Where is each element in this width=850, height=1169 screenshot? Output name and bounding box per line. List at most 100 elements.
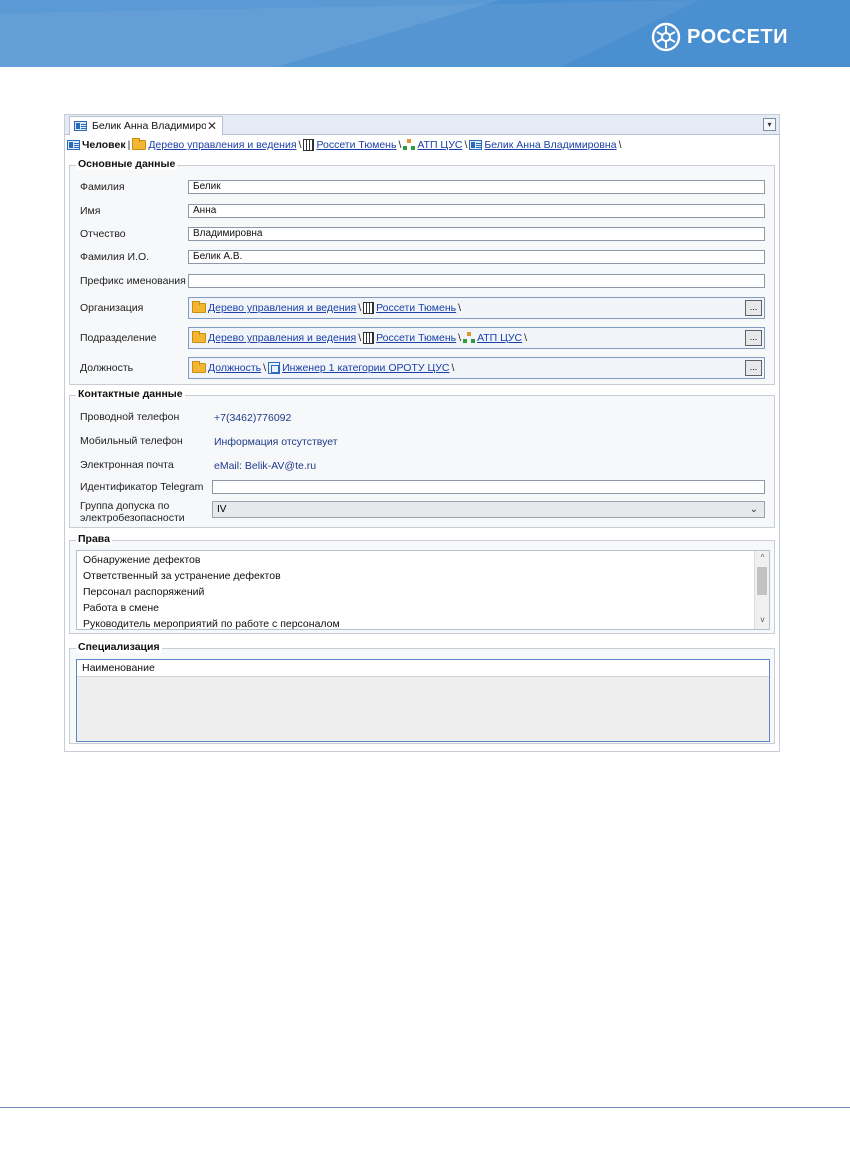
- position-icon: [268, 362, 281, 374]
- breadcrumb-root: Человек: [82, 139, 126, 151]
- rights-list: Обнаружение дефектов Ответственный за ус…: [76, 550, 770, 630]
- position-path-root[interactable]: Должность: [208, 362, 261, 374]
- breadcrumb-separator: \: [618, 139, 622, 151]
- breadcrumb-item-person[interactable]: Белик Анна Владимировна: [484, 139, 616, 151]
- breadcrumb-item-org[interactable]: Россети Тюмень: [316, 139, 396, 151]
- organization-path-tree[interactable]: Дерево управления и ведения: [208, 302, 356, 314]
- folder-icon: [192, 361, 206, 373]
- contact-data-group: Контактные данные Проводной телефон +7(3…: [69, 388, 775, 528]
- short-name-field[interactable]: Белик А.В.: [188, 250, 765, 264]
- position-field[interactable]: Должность \ Инженер 1 категории ОРОТУ ЦУ…: [188, 357, 765, 379]
- path-separator: \: [458, 332, 462, 344]
- list-item[interactable]: Работа в смене: [83, 602, 159, 614]
- main-data-title: Основные данные: [76, 158, 178, 170]
- department-browse-button[interactable]: ...: [745, 330, 762, 346]
- breadcrumb-separator: \: [398, 139, 402, 151]
- last-name-label: Фамилия: [80, 181, 125, 193]
- safety-group-select[interactable]: IV ⌄: [212, 501, 765, 518]
- list-item[interactable]: Руководитель мероприятий по работе с пер…: [83, 618, 340, 629]
- path-separator: \: [458, 302, 462, 314]
- folder-icon: [192, 301, 206, 313]
- position-path-item[interactable]: Инженер 1 категории ОРОТУ ЦУС: [282, 362, 449, 374]
- department-field[interactable]: Дерево управления и ведения \ Россети Тю…: [188, 327, 765, 349]
- position-browse-button[interactable]: ...: [745, 360, 762, 376]
- prefix-label: Префикс именования: [80, 275, 186, 287]
- telegram-label: Идентификатор Telegram: [80, 481, 204, 493]
- person-card-icon: [469, 140, 483, 150]
- building-icon: [303, 139, 315, 151]
- department-path-org[interactable]: Россети Тюмень: [376, 332, 456, 344]
- organization-path-org[interactable]: Россети Тюмень: [376, 302, 456, 314]
- landline-value: +7(3462)776092: [214, 412, 292, 424]
- list-item[interactable]: Персонал распоряжений: [83, 586, 204, 598]
- folder-icon: [132, 138, 147, 150]
- specialization-title: Специализация: [76, 641, 162, 653]
- breadcrumb-item-dept[interactable]: АТП ЦУС: [417, 139, 462, 151]
- landline-label: Проводной телефон: [80, 411, 180, 423]
- person-card-icon: [74, 121, 87, 131]
- list-item[interactable]: Ответственный за устранение дефектов: [83, 570, 281, 582]
- scroll-up-icon[interactable]: ^: [755, 553, 769, 565]
- path-separator: \: [263, 362, 267, 374]
- last-name-field[interactable]: Белик: [188, 180, 765, 194]
- tab-bar: Белик Анна Владимиро... ✕ ▾: [65, 115, 779, 135]
- chevron-down-icon: ⌄: [749, 504, 758, 515]
- scroll-thumb[interactable]: [757, 567, 767, 595]
- breadcrumb: Человек | Дерево управления и ведения \ …: [67, 137, 624, 153]
- rosseti-logo-icon: [651, 22, 681, 52]
- tab-title: Белик Анна Владимиро...: [92, 120, 206, 132]
- contact-data-title: Контактные данные: [76, 388, 185, 400]
- department-path-tree[interactable]: Дерево управления и ведения: [208, 332, 356, 344]
- specialization-group: Специализация Наименование: [69, 641, 775, 744]
- path-separator: \: [358, 332, 362, 344]
- organization-browse-button[interactable]: ...: [745, 300, 762, 316]
- building-icon: [363, 302, 375, 314]
- safety-group-label-line1: Группа допуска по: [80, 500, 170, 512]
- path-separator: \: [451, 362, 455, 374]
- rights-scrollbar[interactable]: ^ v: [754, 551, 769, 629]
- rights-title: Права: [76, 533, 112, 545]
- email-value: eMail: Belik-AV@te.ru: [214, 460, 317, 472]
- building-icon: [363, 332, 375, 344]
- close-icon[interactable]: ✕: [206, 119, 218, 133]
- patronymic-field[interactable]: Владимировна: [188, 227, 765, 241]
- mobile-value: Информация отсутствует: [214, 436, 338, 448]
- org-structure-icon: [463, 332, 475, 344]
- person-card-window: Белик Анна Владимиро... ✕ ▾ Человек | Де…: [64, 114, 780, 752]
- prefix-field[interactable]: [188, 274, 765, 288]
- mobile-label: Мобильный телефон: [80, 435, 183, 447]
- department-label: Подразделение: [80, 332, 157, 344]
- breadcrumb-item-tree[interactable]: Дерево управления и ведения: [148, 139, 296, 151]
- main-data-group: Основные данные Фамилия Белик Имя Анна О…: [69, 158, 775, 385]
- telegram-field[interactable]: [212, 480, 765, 494]
- short-name-label: Фамилия И.О.: [80, 251, 150, 263]
- rights-group: Права Обнаружение дефектов Ответственный…: [69, 533, 775, 634]
- path-separator: \: [358, 302, 362, 314]
- email-label: Электронная почта: [80, 459, 174, 471]
- path-separator: \: [524, 332, 528, 344]
- brand-logo: РОССЕТИ: [651, 22, 788, 52]
- department-path-dept[interactable]: АТП ЦУС: [477, 332, 522, 344]
- position-label: Должность: [80, 362, 134, 374]
- safety-group-label-line2: электробезопасности: [80, 512, 185, 524]
- person-card-icon: [67, 140, 80, 150]
- organization-field[interactable]: Дерево управления и ведения \ Россети Тю…: [188, 297, 765, 319]
- specialization-column-header[interactable]: Наименование: [77, 660, 769, 677]
- tab-list-dropdown-button[interactable]: ▾: [763, 118, 776, 131]
- footer-divider: [0, 1107, 850, 1108]
- breadcrumb-separator: \: [464, 139, 468, 151]
- brand-name: РОССЕТИ: [687, 25, 788, 48]
- tab-person[interactable]: Белик Анна Владимиро... ✕: [69, 116, 223, 135]
- organization-label: Организация: [80, 302, 144, 314]
- list-item[interactable]: Обнаружение дефектов: [83, 554, 200, 566]
- patronymic-label: Отчество: [80, 228, 126, 240]
- specialization-table[interactable]: Наименование: [76, 659, 770, 742]
- folder-icon: [192, 331, 206, 343]
- first-name-label: Имя: [80, 205, 101, 217]
- header-banner: РОССЕТИ: [0, 0, 850, 67]
- org-structure-icon: [403, 139, 415, 151]
- breadcrumb-separator: |: [127, 139, 131, 151]
- scroll-down-icon[interactable]: v: [755, 615, 769, 627]
- first-name-field[interactable]: Анна: [188, 204, 765, 218]
- safety-group-value: IV: [217, 504, 227, 515]
